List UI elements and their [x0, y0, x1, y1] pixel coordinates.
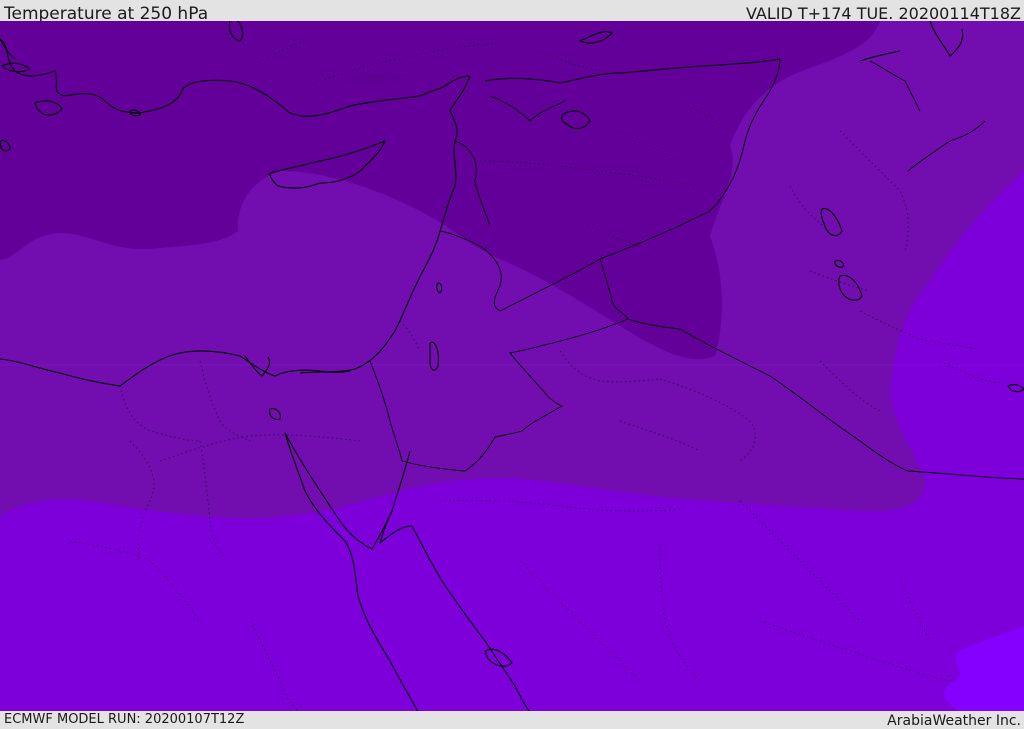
footer-bar: ECMWF MODEL RUN: 20200107T12Z ArabiaWeat… [0, 711, 1024, 729]
weather-map[interactable] [0, 21, 1024, 712]
model-run: ECMWF MODEL RUN: 20200107T12Z [4, 712, 245, 727]
map-canvas [0, 21, 1024, 712]
header-bar: Temperature at 250 hPa VALID T+174 TUE. … [0, 0, 1024, 24]
brand-credit: ArabiaWeather Inc. [887, 713, 1021, 729]
